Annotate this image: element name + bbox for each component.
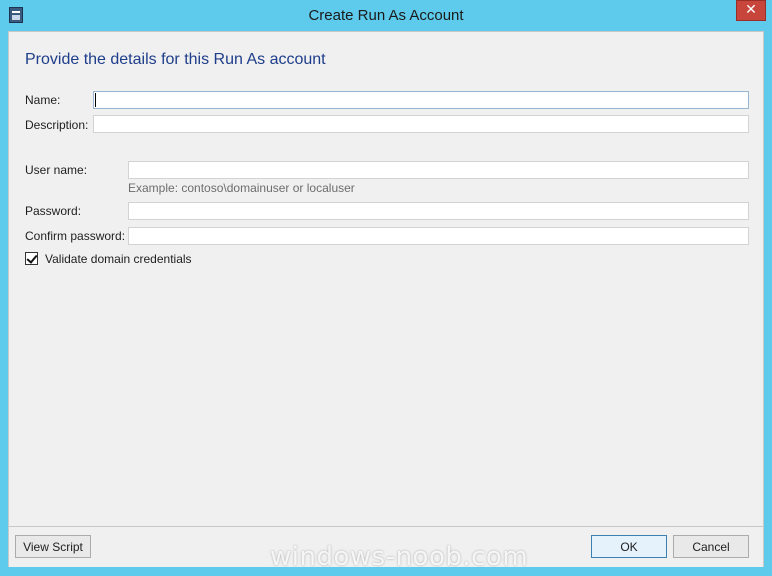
username-hint: Example: contoso\domainuser or localuser bbox=[128, 181, 355, 195]
name-input[interactable] bbox=[93, 91, 749, 109]
username-label: User name: bbox=[25, 163, 88, 177]
confirm-password-input[interactable] bbox=[128, 227, 749, 245]
cancel-button[interactable]: Cancel bbox=[673, 535, 749, 558]
view-script-label: View Script bbox=[23, 539, 83, 554]
close-icon: ✕ bbox=[745, 2, 757, 18]
button-bar: View Script OK Cancel bbox=[8, 527, 764, 567]
ok-label: OK bbox=[620, 539, 638, 554]
window-title: Create Run As Account bbox=[308, 7, 464, 24]
dialog-body: Provide the details for this Run As acco… bbox=[8, 31, 764, 527]
username-input[interactable] bbox=[128, 161, 749, 179]
view-script-button[interactable]: View Script bbox=[15, 535, 91, 558]
description-label: Description: bbox=[25, 118, 89, 132]
description-input[interactable] bbox=[93, 115, 749, 133]
text-caret bbox=[95, 93, 96, 107]
confirm-password-label: Confirm password: bbox=[25, 229, 126, 243]
ok-button[interactable]: OK bbox=[591, 535, 667, 558]
close-button[interactable]: ✕ bbox=[736, 0, 766, 21]
password-input[interactable] bbox=[128, 202, 749, 220]
validate-credentials-label[interactable]: Validate domain credentials bbox=[45, 252, 192, 266]
name-label: Name: bbox=[25, 93, 61, 107]
page-heading: Provide the details for this Run As acco… bbox=[25, 51, 326, 68]
dialog-window: Create Run As Account ✕ Provide the deta… bbox=[0, 0, 772, 576]
validate-credentials-checkbox[interactable] bbox=[25, 252, 38, 265]
cancel-label: Cancel bbox=[692, 539, 730, 554]
password-label: Password: bbox=[25, 204, 82, 218]
title-bar[interactable]: Create Run As Account ✕ bbox=[0, 0, 772, 31]
